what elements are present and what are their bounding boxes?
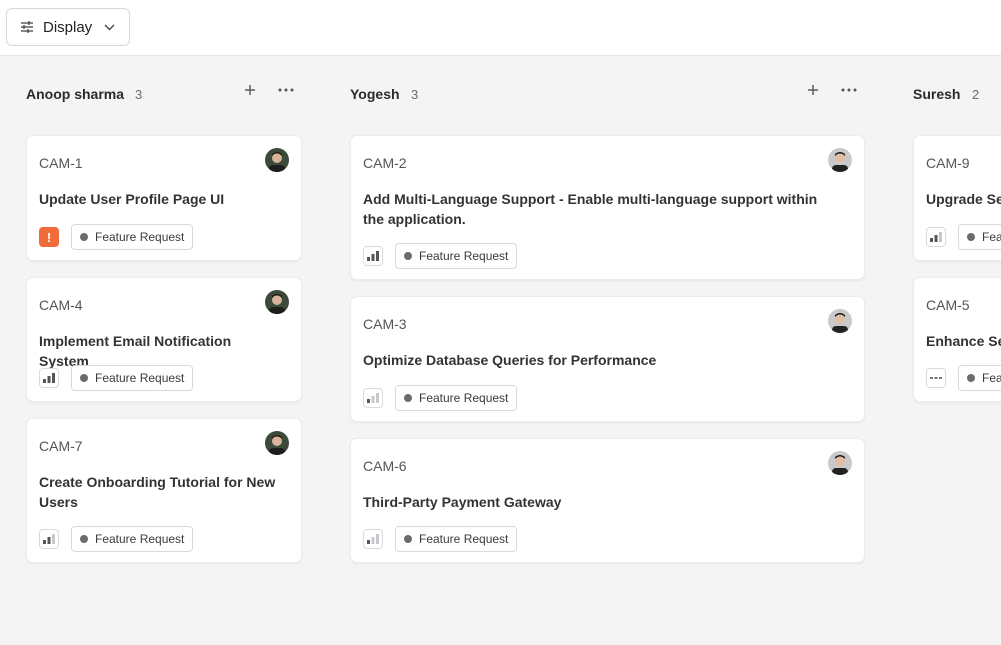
issue-id: CAM-3 bbox=[363, 316, 407, 332]
label-tag[interactable]: Feature Request bbox=[71, 526, 194, 552]
issue-id: CAM-5 bbox=[926, 297, 970, 313]
label-dot-icon bbox=[967, 374, 975, 382]
label-tag[interactable]: Feature Request bbox=[71, 365, 194, 391]
issue-id: CAM-6 bbox=[363, 458, 407, 474]
column-title: Suresh bbox=[913, 86, 961, 102]
issue-footer: Feature Request bbox=[926, 365, 1001, 391]
kanban-board: Anoop sharma 3 CAM-1 Update User Profile… bbox=[0, 57, 1001, 645]
avatar[interactable] bbox=[828, 309, 852, 333]
priority-medium-icon[interactable] bbox=[926, 227, 946, 247]
issue-title: Update User Profile Page UI bbox=[39, 191, 225, 207]
label-tag[interactable]: Feature Request bbox=[958, 224, 1001, 250]
issue-footer: Feature Request bbox=[363, 526, 518, 552]
avatar[interactable] bbox=[265, 290, 289, 314]
label-tag[interactable]: Feature Request bbox=[395, 385, 518, 411]
label-dot-icon bbox=[80, 374, 88, 382]
label-tag[interactable]: Feature Request bbox=[395, 526, 518, 552]
issue-title: Optimize Database Queries for Performanc… bbox=[363, 352, 657, 368]
issue-card[interactable]: CAM-4 Implement Email Notification Syste… bbox=[26, 277, 302, 402]
issue-footer: Feature Request bbox=[39, 365, 194, 391]
issue-card[interactable]: CAM-7 Create Onboarding Tutorial for New… bbox=[26, 418, 302, 563]
issue-footer: ! Feature Request bbox=[39, 224, 194, 250]
display-label: Display bbox=[43, 18, 93, 36]
column-header: Yogesh 3 bbox=[350, 57, 865, 129]
label-dot-icon bbox=[80, 535, 88, 543]
issue-card[interactable]: CAM-3 Optimize Database Queries for Perf… bbox=[350, 296, 865, 422]
issue-id: CAM-9 bbox=[926, 155, 970, 171]
display-button[interactable]: Display bbox=[6, 8, 130, 46]
priority-low-icon[interactable] bbox=[363, 529, 383, 549]
issue-id: CAM-1 bbox=[39, 155, 83, 171]
label-tag[interactable]: Feature Request bbox=[395, 243, 518, 269]
column-suresh: Suresh 2 CAM-9 Upgrade Server Infrastruc… bbox=[913, 57, 1001, 402]
issue-id: CAM-4 bbox=[39, 297, 83, 313]
issue-card[interactable]: CAM-5 Enhance Search Functionality Featu… bbox=[913, 277, 1001, 402]
column-yogesh: Yogesh 3 CAM-2 Add Multi-Language Suppor… bbox=[350, 57, 865, 563]
label-text: Feature Request bbox=[982, 371, 1001, 385]
no-priority-icon[interactable] bbox=[926, 368, 946, 388]
avatar[interactable] bbox=[265, 148, 289, 172]
issue-card[interactable]: CAM-1 Update User Profile Page UI ! Feat… bbox=[26, 135, 302, 261]
chevron-down-icon bbox=[104, 24, 115, 31]
column-title: Anoop sharma bbox=[26, 86, 125, 102]
column-anoop-sharma: Anoop sharma 3 CAM-1 Update User Profile… bbox=[26, 57, 302, 563]
priority-low-icon[interactable] bbox=[363, 388, 383, 408]
avatar[interactable] bbox=[828, 148, 852, 172]
issue-title: Enhance Search Functionality bbox=[926, 333, 1001, 349]
issue-id: CAM-2 bbox=[363, 155, 407, 171]
avatar[interactable] bbox=[265, 431, 289, 455]
column-header: Suresh 2 bbox=[913, 57, 1001, 129]
issue-card[interactable]: CAM-2 Add Multi-Language Support - Enabl… bbox=[350, 135, 865, 280]
issue-title: Third-Party Payment Gateway bbox=[363, 494, 562, 510]
more-options-button[interactable] bbox=[838, 81, 860, 99]
issue-id: CAM-7 bbox=[39, 438, 83, 454]
avatar[interactable] bbox=[828, 451, 852, 475]
label-text: Feature Request bbox=[982, 230, 1001, 244]
issue-card[interactable]: CAM-9 Upgrade Server Infrastructure Feat… bbox=[913, 135, 1001, 261]
label-dot-icon bbox=[404, 535, 412, 543]
label-tag[interactable]: Feature Request bbox=[958, 365, 1001, 391]
label-text: Feature Request bbox=[95, 532, 185, 546]
issue-footer: Feature Request bbox=[363, 243, 518, 269]
more-options-button[interactable] bbox=[275, 81, 297, 99]
issue-title: Upgrade Server Infrastructure bbox=[926, 191, 1001, 207]
priority-high-icon[interactable] bbox=[363, 246, 383, 266]
label-text: Feature Request bbox=[419, 532, 509, 546]
top-toolbar: Display bbox=[0, 0, 1001, 56]
issue-footer: Feature Request bbox=[39, 526, 194, 552]
label-text: Feature Request bbox=[419, 249, 509, 263]
label-tag[interactable]: Feature Request bbox=[71, 224, 194, 250]
issue-footer: Feature Request bbox=[363, 385, 518, 411]
column-count: 2 bbox=[972, 87, 980, 102]
label-dot-icon bbox=[404, 394, 412, 402]
label-text: Feature Request bbox=[95, 371, 185, 385]
issue-title: Create Onboarding Tutorial for New Users bbox=[39, 474, 276, 510]
label-dot-icon bbox=[80, 233, 88, 241]
label-text: Feature Request bbox=[419, 391, 509, 405]
issue-card[interactable]: CAM-6 Third-Party Payment Gateway Featur… bbox=[350, 438, 865, 563]
sliders-icon bbox=[20, 20, 34, 34]
column-count: 3 bbox=[135, 87, 143, 102]
column-title: Yogesh bbox=[350, 86, 400, 102]
add-issue-button[interactable] bbox=[241, 81, 259, 99]
issue-title: Add Multi-Language Support - Enable mult… bbox=[363, 191, 818, 227]
add-issue-button[interactable] bbox=[804, 81, 822, 99]
column-count: 3 bbox=[411, 87, 419, 102]
urgent-icon[interactable]: ! bbox=[39, 227, 59, 247]
column-header: Anoop sharma 3 bbox=[26, 57, 302, 129]
issue-footer: Feature Request bbox=[926, 224, 1001, 250]
label-text: Feature Request bbox=[95, 230, 185, 244]
label-dot-icon bbox=[967, 233, 975, 241]
priority-medium-icon[interactable] bbox=[39, 529, 59, 549]
label-dot-icon bbox=[404, 252, 412, 260]
priority-high-icon[interactable] bbox=[39, 368, 59, 388]
